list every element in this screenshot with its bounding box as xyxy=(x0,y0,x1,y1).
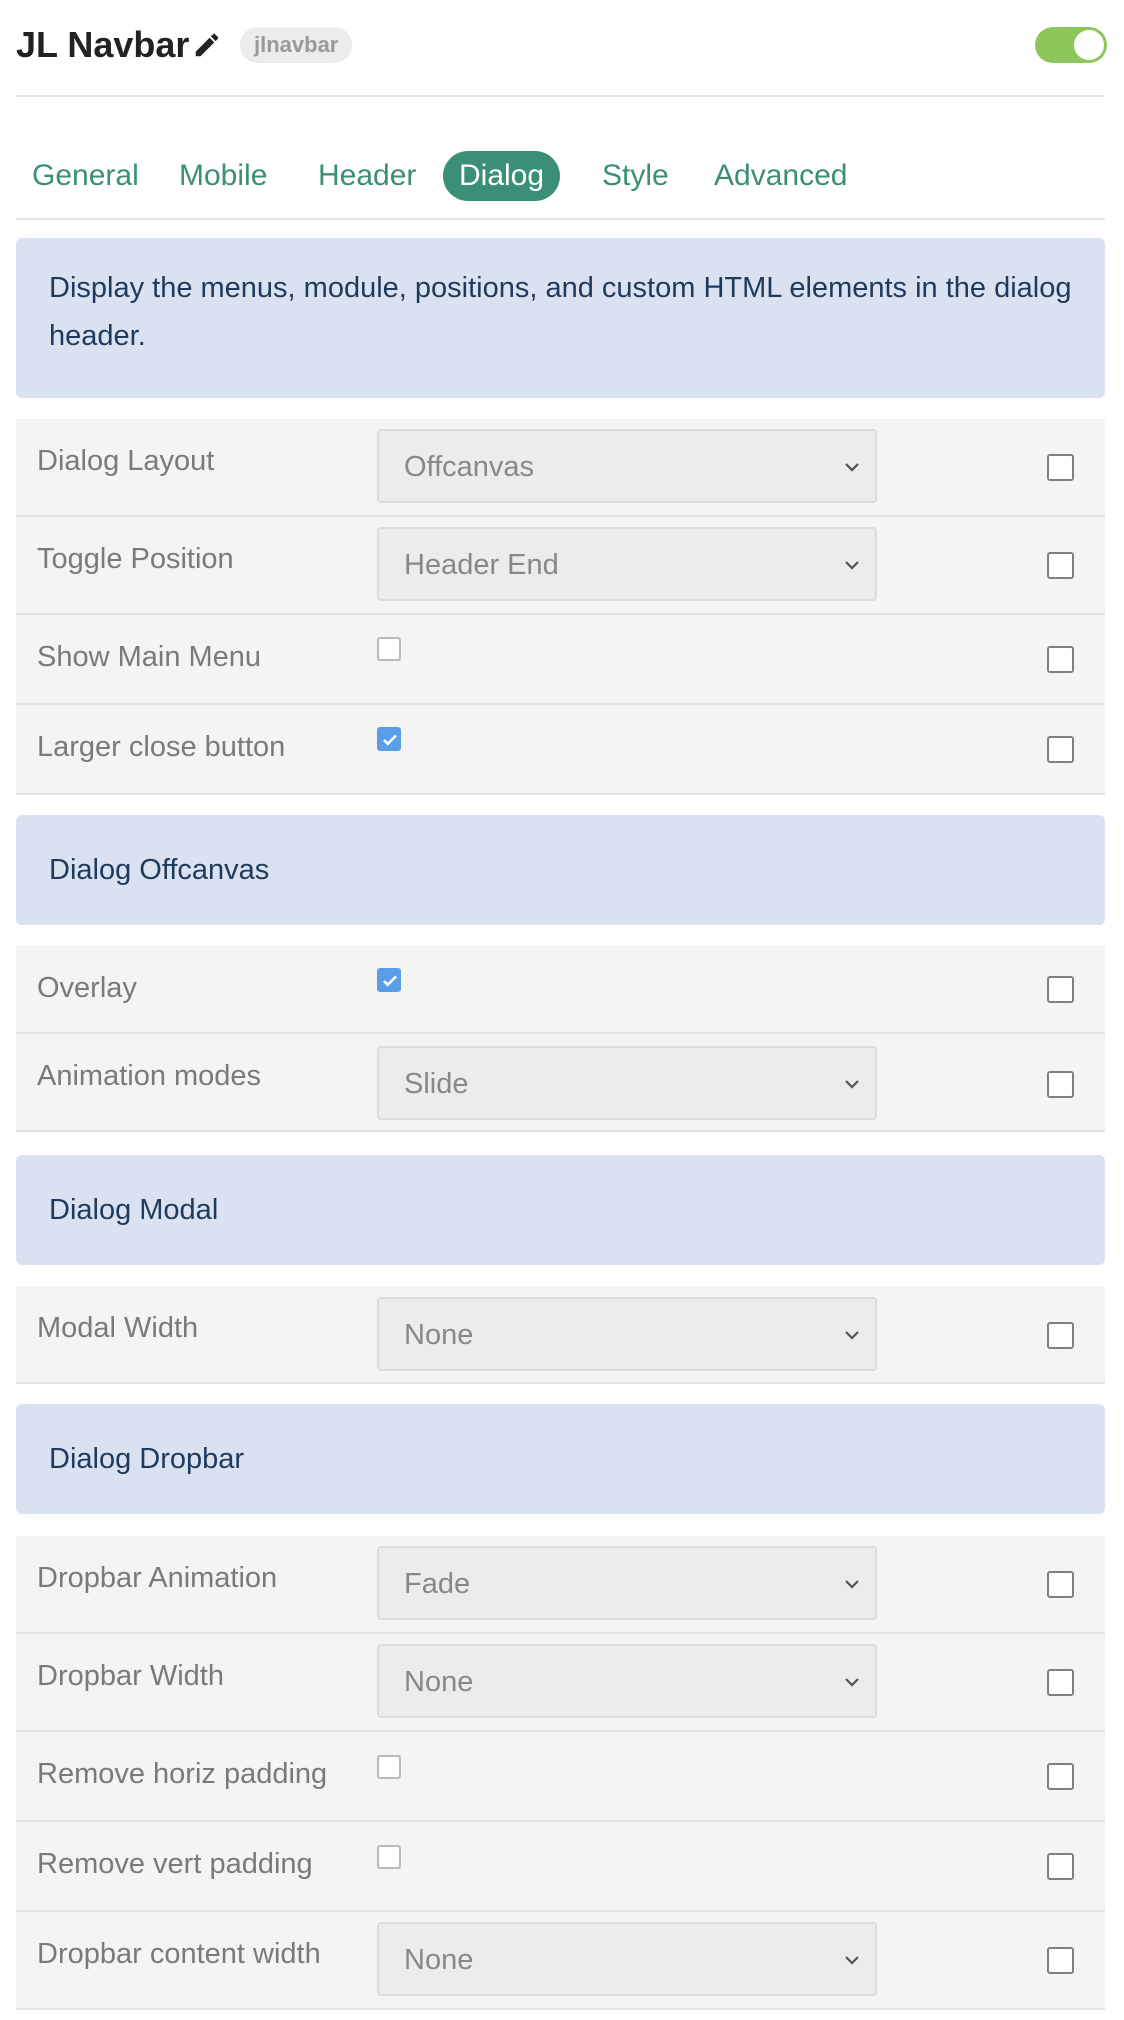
select-value: None xyxy=(404,1666,474,1698)
override-checkbox[interactable] xyxy=(1047,454,1074,481)
field-label: Show Main Menu xyxy=(37,641,262,673)
field-dropbar-width: Dropbar Width None xyxy=(16,1634,1105,1732)
field-label: Dropbar Animation xyxy=(37,1562,278,1594)
dialog-layout-select[interactable]: Offcanvas xyxy=(377,429,877,503)
show-main-menu-checkbox[interactable] xyxy=(377,637,401,661)
field-modal-width: Modal Width None xyxy=(16,1286,1105,1384)
override-checkbox[interactable] xyxy=(1047,1071,1074,1098)
override-checkbox[interactable] xyxy=(1047,1322,1074,1349)
module-alias-badge: jlnavbar xyxy=(240,27,353,63)
field-overlay: Overlay xyxy=(16,946,1105,1034)
chevron-down-icon xyxy=(845,561,859,570)
chevron-down-icon xyxy=(845,463,859,472)
check-icon xyxy=(383,975,397,987)
override-checkbox[interactable] xyxy=(1047,1669,1074,1696)
module-header: JL Navbar jlnavbar xyxy=(16,0,1107,97)
tab-bar: General Mobile Header Dialog Style Advan… xyxy=(16,97,1105,220)
override-checkbox[interactable] xyxy=(1047,1947,1074,1974)
field-label: Toggle Position xyxy=(37,543,234,575)
chevron-down-icon xyxy=(845,1678,859,1687)
module-enabled-toggle[interactable] xyxy=(1035,27,1107,63)
larger-close-button-checkbox[interactable] xyxy=(377,727,401,751)
chevron-down-icon xyxy=(845,1331,859,1340)
select-value: Header End xyxy=(404,549,559,581)
check-icon xyxy=(383,734,397,746)
tab-dialog[interactable]: Dialog xyxy=(443,151,561,201)
section-dialog-offcanvas: Dialog Offcanvas xyxy=(16,815,1105,925)
toggle-knob xyxy=(1074,30,1104,60)
field-label: Dialog Layout xyxy=(37,445,215,477)
override-checkbox[interactable] xyxy=(1047,736,1074,763)
section-dialog-dropbar: Dialog Dropbar xyxy=(16,1404,1105,1514)
field-larger-close-button: Larger close button xyxy=(16,705,1105,795)
module-title: JL Navbar xyxy=(16,24,190,65)
overlay-checkbox[interactable] xyxy=(377,968,401,992)
tab-general[interactable]: General xyxy=(16,151,155,201)
field-dialog-layout: Dialog Layout Offcanvas xyxy=(16,419,1105,517)
field-remove-horiz-padding: Remove horiz padding xyxy=(16,1732,1105,1822)
override-checkbox[interactable] xyxy=(1047,552,1074,579)
override-checkbox[interactable] xyxy=(1047,1853,1074,1880)
dropbar-animation-select[interactable]: Fade xyxy=(377,1546,877,1620)
dropbar-content-width-select[interactable]: None xyxy=(377,1922,877,1996)
field-show-main-menu: Show Main Menu xyxy=(16,615,1105,705)
select-value: Offcanvas xyxy=(404,451,535,483)
override-checkbox[interactable] xyxy=(1047,976,1074,1003)
select-value: None xyxy=(404,1944,474,1976)
animation-modes-select[interactable]: Slide xyxy=(377,1046,877,1120)
select-value: Slide xyxy=(404,1068,469,1100)
chevron-down-icon xyxy=(845,1080,859,1089)
remove-vert-padding-checkbox[interactable] xyxy=(377,1845,401,1869)
tab-style[interactable]: Style xyxy=(586,151,685,201)
dropbar-width-select[interactable]: None xyxy=(377,1644,877,1718)
field-label: Larger close button xyxy=(37,731,286,763)
tab-header[interactable]: Header xyxy=(302,151,432,201)
override-checkbox[interactable] xyxy=(1047,1571,1074,1598)
field-animation-modes: Animation modes Slide xyxy=(16,1034,1105,1132)
pencil-icon[interactable] xyxy=(192,30,222,60)
field-label: Animation modes xyxy=(37,1060,262,1092)
toggle-position-select[interactable]: Header End xyxy=(377,527,877,601)
field-toggle-position: Toggle Position Header End xyxy=(16,517,1105,615)
field-dropbar-content-width: Dropbar content width None xyxy=(16,1912,1105,2010)
override-checkbox[interactable] xyxy=(1047,646,1074,673)
chevron-down-icon xyxy=(845,1580,859,1589)
section-dialog-modal: Dialog Modal xyxy=(16,1155,1105,1265)
field-label: Modal Width xyxy=(37,1312,199,1344)
field-label: Dropbar content width xyxy=(37,1938,321,1970)
tab-advanced[interactable]: Advanced xyxy=(698,151,863,201)
dialog-description: Display the menus, module, positions, an… xyxy=(16,238,1105,398)
field-label: Remove vert padding xyxy=(37,1848,313,1880)
field-label: Overlay xyxy=(37,972,137,1004)
chevron-down-icon xyxy=(845,1956,859,1965)
field-remove-vert-padding: Remove vert padding xyxy=(16,1822,1105,1912)
select-value: Fade xyxy=(404,1568,471,1600)
select-value: None xyxy=(404,1319,474,1351)
modal-width-select[interactable]: None xyxy=(377,1297,877,1371)
field-label: Remove horiz padding xyxy=(37,1758,328,1790)
field-dropbar-animation: Dropbar Animation Fade xyxy=(16,1536,1105,1634)
remove-horiz-padding-checkbox[interactable] xyxy=(377,1755,401,1779)
tab-mobile[interactable]: Mobile xyxy=(163,151,283,201)
override-checkbox[interactable] xyxy=(1047,1763,1074,1790)
field-label: Dropbar Width xyxy=(37,1660,224,1692)
